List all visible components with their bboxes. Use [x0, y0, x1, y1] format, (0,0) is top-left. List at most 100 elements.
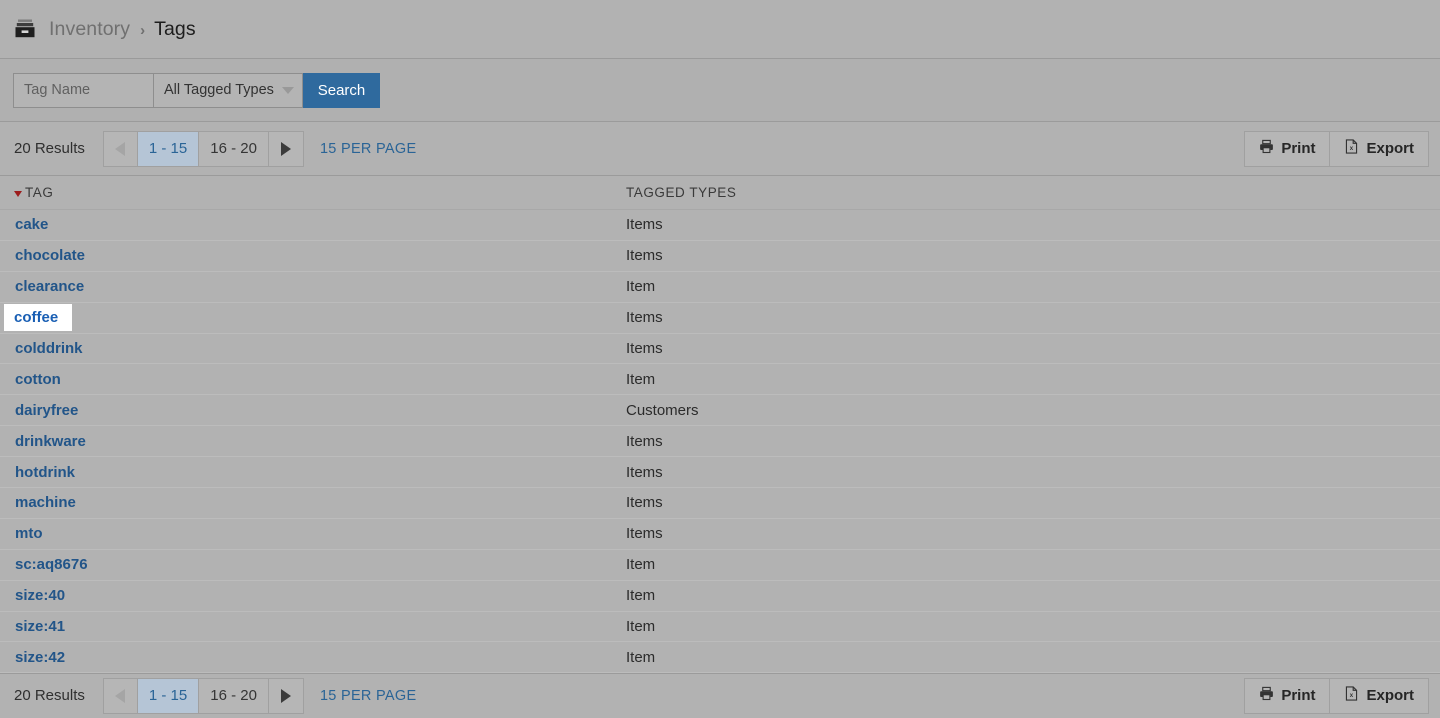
table-cell-tag: hotdrink: [0, 464, 626, 481]
triangle-right-icon: [280, 141, 291, 156]
tag-link[interactable]: dairyfree: [14, 402, 79, 419]
table-row: coffee Items: [0, 302, 1440, 334]
tag-link[interactable]: cotton: [14, 371, 62, 388]
table-header-row: TAG TAGGED TYPES: [0, 176, 1440, 210]
pagination-top: 1 - 15 16 - 20: [102, 130, 304, 167]
print-button-label-top: Print: [1281, 140, 1316, 157]
bottom-toolbar: 20 Results 1 - 15 16 - 20 15 PER PAGE Pr…: [0, 673, 1440, 718]
export-button-label-top: Export: [1366, 140, 1414, 157]
table-row: colddrink Items: [0, 333, 1440, 365]
table-row: machine Items: [0, 488, 1440, 519]
tags-table: TAG TAGGED TYPES cake Items chocolate Items…: [0, 176, 1440, 674]
table-cell-tag: size:42: [0, 649, 626, 666]
results-count-top: 20 Results: [14, 140, 85, 157]
table-cell-tag: cotton: [0, 371, 626, 388]
search-toolbar: All Tagged Types Search: [0, 59, 1440, 122]
table-row: sc:aq8676 Item: [0, 549, 1440, 581]
per-page-link-bottom[interactable]: 15 PER PAGE: [320, 688, 417, 704]
tag-link[interactable]: cake: [14, 216, 49, 233]
prev-page-button-bottom[interactable]: [103, 678, 138, 713]
table-cell-tagged-types: Items: [626, 494, 663, 512]
table-row: cake Items: [0, 210, 1440, 241]
table-cell-tag: dairyfree: [0, 402, 626, 419]
page-range-1-bottom[interactable]: 1 - 15: [137, 678, 200, 713]
breadcrumb-parent-link[interactable]: Inventory: [49, 18, 130, 41]
page-range-2-bottom[interactable]: 16 - 20: [199, 678, 269, 713]
table-cell-tag: drinkware: [0, 433, 626, 450]
table-row: drinkware Items: [0, 426, 1440, 458]
next-page-button-bottom[interactable]: [268, 678, 303, 713]
export-button-label-bottom: Export: [1366, 687, 1414, 705]
per-page-link-top[interactable]: 15 PER PAGE: [320, 141, 417, 157]
table-row: chocolate Items: [0, 240, 1440, 272]
table-cell-tagged-types: Items: [626, 309, 663, 327]
column-header-tag[interactable]: TAG: [0, 185, 626, 200]
table-body: cake Items chocolate Items clearance Item coff…: [0, 210, 1440, 674]
table-cell-tag: machine: [0, 494, 626, 511]
table-cell-tagged-types: Items: [626, 216, 663, 234]
excel-document-icon: x: [1344, 139, 1359, 158]
table-row: mto Items: [0, 518, 1440, 550]
tag-link[interactable]: size:42: [14, 649, 66, 666]
svg-text:x: x: [1350, 145, 1354, 152]
table-cell-tagged-types: Item: [626, 587, 656, 605]
table-cell-tagged-types: Item: [626, 556, 656, 574]
next-page-button-top[interactable]: [268, 131, 303, 166]
excel-document-icon: x: [1344, 686, 1359, 705]
tag-link[interactable]: sc:aq8676: [14, 556, 89, 573]
sort-desc-caret-icon: [14, 190, 22, 197]
page-range-1-top[interactable]: 1 - 15: [137, 131, 200, 166]
print-button-bottom[interactable]: Print: [1245, 678, 1331, 713]
printer-icon: [1259, 139, 1274, 158]
triangle-right-icon: [280, 688, 291, 703]
print-button-top[interactable]: Print: [1245, 131, 1331, 166]
tagged-types-select[interactable]: All Tagged Types: [153, 72, 303, 108]
table-cell-tag: chocolate: [0, 247, 626, 264]
tag-link[interactable]: mto: [14, 525, 44, 542]
tag-link[interactable]: colddrink: [14, 340, 84, 357]
column-header-tagged-types[interactable]: TAGGED TYPES: [626, 185, 1440, 200]
tagged-types-select-value: All Tagged Types: [164, 82, 274, 98]
table-row: hotdrink Items: [0, 457, 1440, 489]
page-range-2-top[interactable]: 16 - 20: [199, 131, 269, 166]
table-cell-tag: colddrink: [0, 340, 626, 357]
table-cell-tagged-types: Item: [626, 648, 656, 666]
prev-page-button-top[interactable]: [103, 131, 138, 166]
table-row: dairyfree Customers: [0, 395, 1440, 427]
page-title: Tags: [154, 17, 196, 40]
page-header: Inventory › Tags: [0, 0, 1440, 59]
tag-link[interactable]: hotdrink: [14, 464, 76, 481]
table-cell-tagged-types: Items: [626, 247, 663, 265]
tag-link[interactable]: machine: [14, 494, 77, 511]
triangle-left-icon: [115, 688, 126, 703]
printer-icon: [1259, 686, 1274, 705]
table-cell-tagged-types: Item: [626, 278, 656, 296]
tag-link[interactable]: size:41: [14, 618, 66, 635]
table-cell-tag: mto: [0, 525, 626, 542]
pagination-bottom: 1 - 15 16 - 20: [102, 677, 304, 714]
column-header-tag-label: TAG: [25, 185, 54, 200]
search-button[interactable]: Search: [303, 72, 380, 108]
tag-link[interactable]: chocolate: [14, 247, 86, 264]
tag-link[interactable]: drinkware: [14, 433, 87, 450]
search-group: All Tagged Types Search: [13, 72, 380, 108]
svg-text:x: x: [1350, 692, 1354, 699]
archive-box-icon: [14, 18, 36, 40]
table-cell-tagged-types: Item: [626, 618, 656, 636]
export-button-bottom[interactable]: x Export: [1330, 678, 1428, 713]
table-row: cotton Item: [0, 364, 1440, 396]
table-cell-tag: size:41: [0, 618, 626, 635]
top-toolbar: 20 Results 1 - 15 16 - 20 15 PER PAGE Pr…: [0, 122, 1440, 176]
table-cell-tagged-types: Items: [626, 525, 663, 543]
table-cell-tagged-types: Items: [626, 432, 663, 450]
tag-name-input[interactable]: [13, 72, 153, 108]
export-button-top[interactable]: x Export: [1330, 131, 1428, 166]
table-row: clearance Item: [0, 271, 1440, 303]
tag-link[interactable]: coffee: [4, 304, 73, 332]
tag-link[interactable]: size:40: [14, 587, 66, 604]
results-count-bottom: 20 Results: [14, 687, 85, 705]
toolbar-actions-bottom: Print x Export: [1244, 677, 1429, 714]
print-button-label-bottom: Print: [1281, 687, 1316, 705]
tag-link[interactable]: clearance: [14, 278, 85, 295]
toolbar-actions-top: Print x Export: [1244, 130, 1429, 167]
